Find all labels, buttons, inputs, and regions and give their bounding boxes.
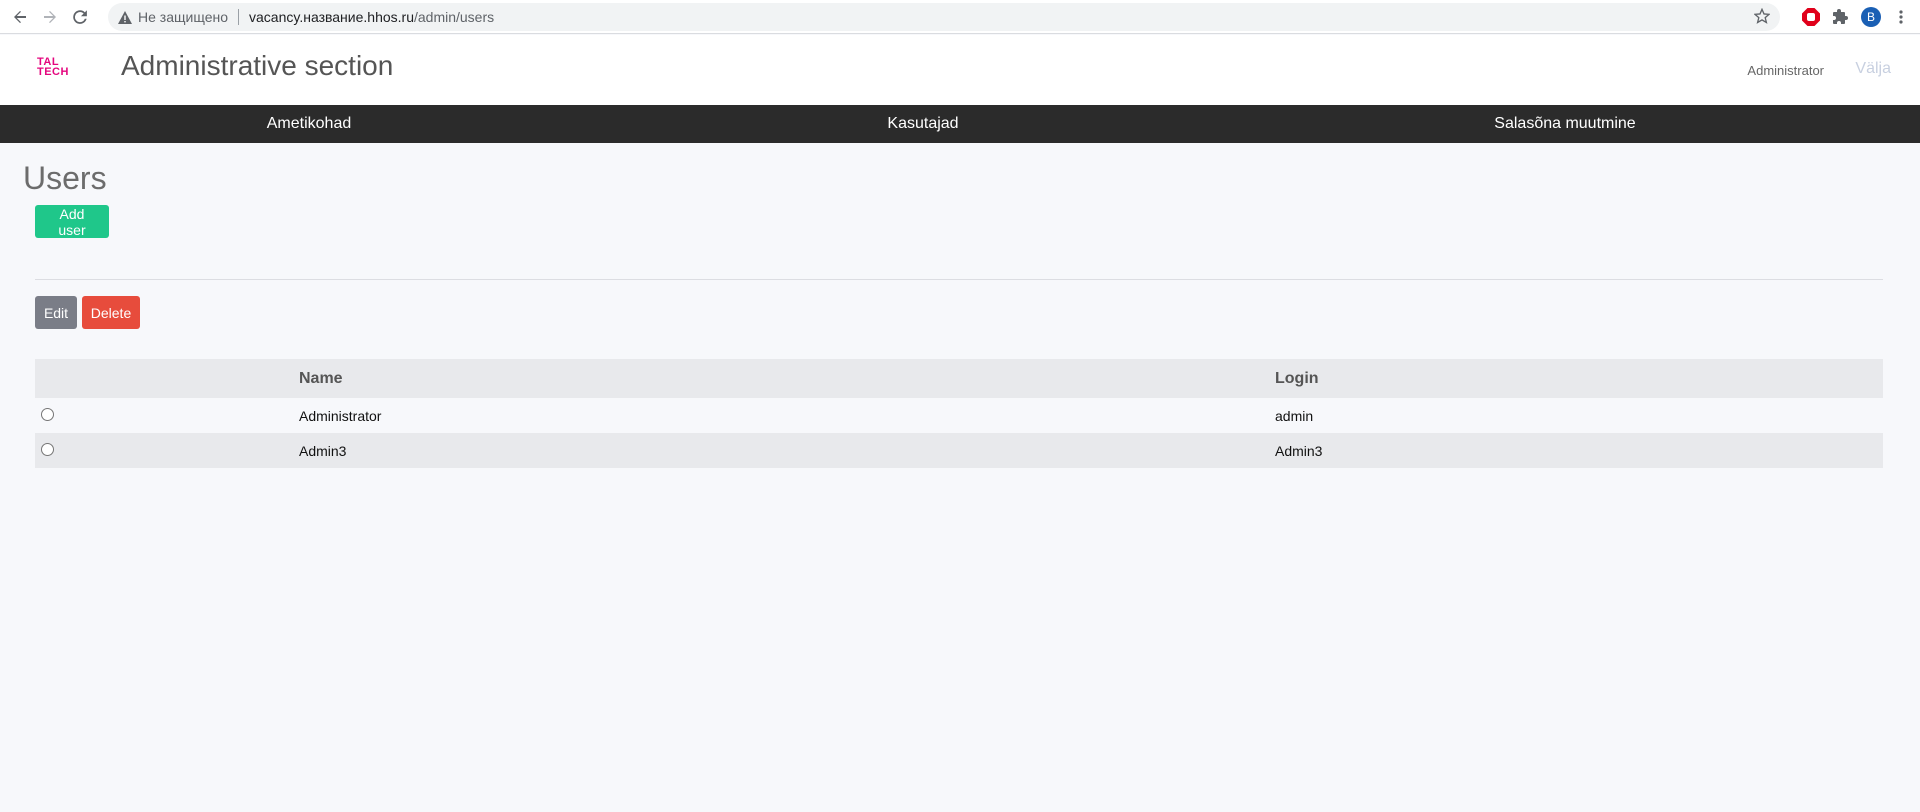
table-row[interactable]: Admin3 Admin3 — [35, 433, 1883, 468]
arrow-right-icon — [44, 10, 56, 23]
nav-item-password-change[interactable]: Salasõna muutmine — [1494, 115, 1635, 133]
edit-button[interactable]: Edit — [35, 296, 77, 329]
profile-initial: B — [1861, 7, 1881, 27]
column-header-login[interactable]: Login — [1275, 359, 1883, 398]
arrow-left-icon — [14, 10, 26, 23]
security-status[interactable]: Не защищено — [138, 9, 228, 25]
reload-icon — [73, 9, 87, 24]
profile-avatar[interactable]: B — [1856, 2, 1886, 32]
user-login-cell: Admin3 — [1275, 433, 1883, 468]
column-header-select — [35, 359, 299, 398]
user-name-cell: Administrator — [299, 398, 1275, 433]
forward-button[interactable] — [35, 2, 65, 32]
reload-button[interactable] — [65, 2, 95, 32]
row-radio-button[interactable] — [41, 408, 54, 422]
table-header-row: Name Login — [35, 359, 1883, 398]
warning-icon — [118, 10, 132, 24]
current-user-name: Administrator — [1747, 63, 1824, 78]
add-user-button[interactable]: Add user — [35, 205, 109, 238]
kebab-menu-icon — [1899, 10, 1903, 24]
taltech-logo[interactable]: TAL TECH — [37, 57, 75, 79]
table-row[interactable]: Administrator admin — [35, 398, 1883, 433]
url-path: /admin/users — [413, 9, 495, 25]
nav-item-kasutajad[interactable]: Kasutajad — [887, 115, 958, 133]
users-table: Name Login Administrator admin Admin3 Ad… — [35, 359, 1883, 468]
logo-line-2: TECH — [37, 66, 69, 78]
row-select-cell — [35, 398, 299, 433]
browser-toolbar: Не защищено vacancy.название.hhos.ru/adm… — [0, 0, 1920, 34]
back-button[interactable] — [5, 2, 35, 32]
app-header: TAL TECH Administrative section Administ… — [0, 35, 1920, 105]
user-name-cell: Admin3 — [299, 433, 1275, 468]
user-login-cell: admin — [1275, 398, 1883, 433]
logout-link[interactable]: Välja — [1855, 60, 1891, 78]
bookmark-star-icon[interactable] — [1753, 7, 1771, 27]
divider — [238, 9, 239, 25]
page-title: Users — [23, 160, 107, 196]
app-title: Administrative section — [121, 50, 394, 81]
row-select-cell — [35, 433, 299, 468]
main-nav: Ametikohad Kasutajad Salasõna muutmine — [0, 105, 1920, 143]
url-host: vacancy.название.hhos.ru — [249, 9, 414, 25]
nav-item-ametikohad[interactable]: Ametikohad — [267, 115, 352, 133]
divider — [35, 279, 1883, 280]
address-bar[interactable]: Не защищено vacancy.название.hhos.ru/adm… — [108, 3, 1780, 31]
extensions-puzzle-icon[interactable] — [1826, 2, 1856, 32]
column-header-name[interactable]: Name — [299, 359, 1275, 398]
browser-menu-button[interactable] — [1886, 2, 1916, 32]
delete-button[interactable]: Delete — [82, 296, 140, 329]
row-radio-button[interactable] — [41, 443, 54, 457]
adblock-extension-icon[interactable] — [1796, 2, 1826, 32]
